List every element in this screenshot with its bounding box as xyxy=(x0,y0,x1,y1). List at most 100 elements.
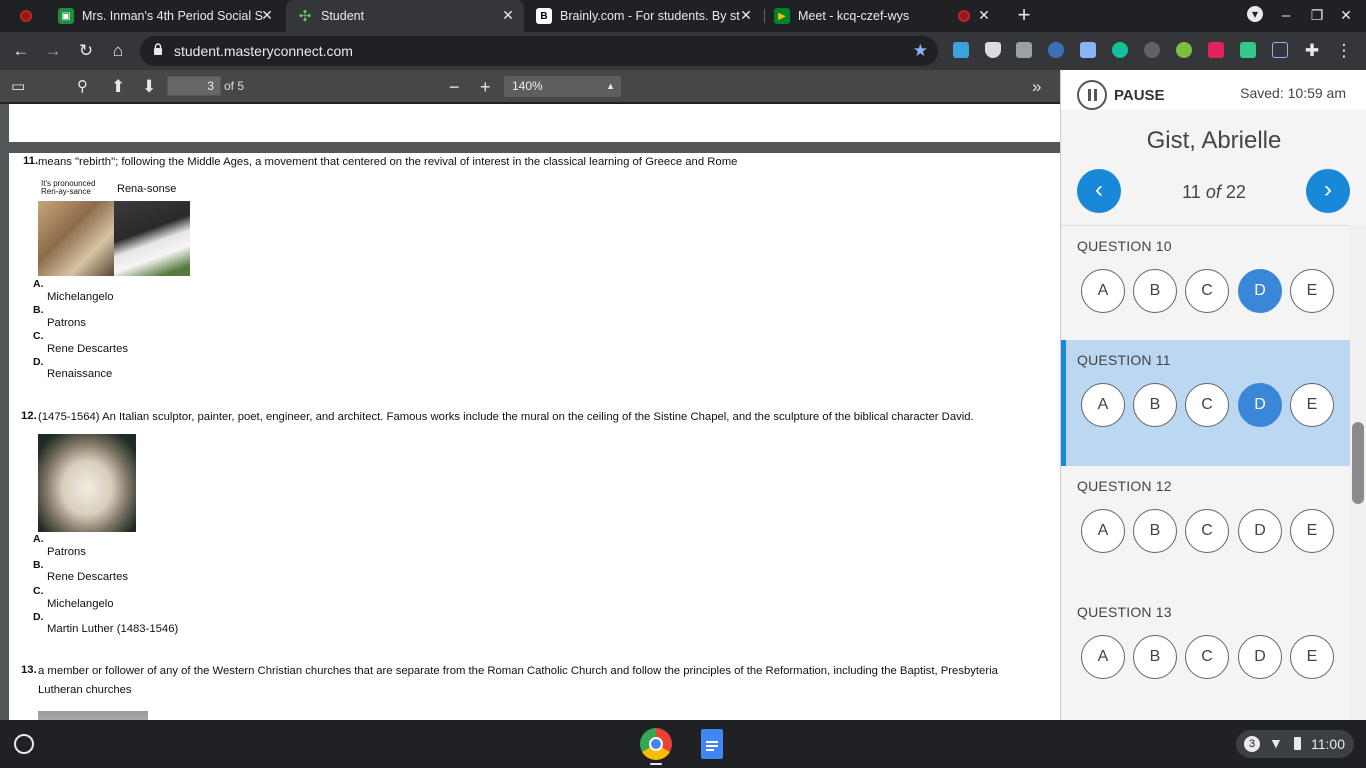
tools-overflow-icon[interactable]: » xyxy=(1032,78,1041,96)
option-letter: D. xyxy=(33,611,44,623)
answer-bubble-b[interactable]: B xyxy=(1133,635,1177,679)
answer-bubble-d[interactable]: D xyxy=(1238,635,1282,679)
grammarly-icon[interactable] xyxy=(1112,42,1128,58)
pdf-viewer[interactable]: 11. means "rebirth"; following the Middl… xyxy=(0,104,1060,720)
shield-extension-icon[interactable] xyxy=(985,42,1001,58)
reload-icon[interactable]: ↻ xyxy=(76,41,96,61)
zoom-in-icon[interactable]: + xyxy=(480,78,491,96)
extension-icon[interactable] xyxy=(1208,42,1224,58)
answer-bubble-d[interactable]: D xyxy=(1238,509,1282,553)
option-letter: D. xyxy=(33,356,44,368)
answer-bubble-a[interactable]: A xyxy=(1081,269,1125,313)
battery-icon xyxy=(1294,737,1301,750)
next-page-icon[interactable]: ⬇ xyxy=(142,78,156,96)
answer-bubble-d-selected[interactable]: D xyxy=(1238,383,1282,427)
google-meet-icon: ▶ xyxy=(774,8,790,24)
launcher-icon[interactable] xyxy=(14,734,34,754)
search-extension-icon[interactable] xyxy=(1144,42,1160,58)
question-title: QUESTION 13 xyxy=(1077,604,1172,620)
close-tab-icon[interactable]: ✕ xyxy=(500,7,516,23)
women-photo xyxy=(38,201,114,276)
option-letter: A. xyxy=(33,278,44,290)
sidebar-toggle-icon[interactable]: ▭ xyxy=(11,78,25,96)
zoom-select[interactable]: 140% ▲ xyxy=(504,76,621,97)
cursor-extension-icon[interactable] xyxy=(1272,42,1288,58)
new-tab-icon[interactable]: + xyxy=(1014,4,1034,26)
close-window-icon[interactable]: ✕ xyxy=(1336,5,1356,25)
pdf-page xyxy=(9,104,1060,142)
tab-search-icon[interactable]: ▾ xyxy=(1247,6,1263,22)
tab-brainly[interactable]: B Brainly.com - For students. By st ✕ xyxy=(528,0,762,32)
close-tab-icon[interactable]: ✕ xyxy=(738,7,754,23)
answer-bubble-b[interactable]: B xyxy=(1133,269,1177,313)
wifi-icon: ▼ xyxy=(1269,735,1283,751)
extension-icon[interactable] xyxy=(1176,42,1192,58)
previous-page-icon[interactable]: ⬆ xyxy=(111,78,125,96)
question-number: 13. xyxy=(21,664,37,676)
minimize-icon[interactable]: – xyxy=(1276,6,1296,26)
meme-caption: Rena-sonse xyxy=(117,183,177,195)
panel-scrollbar-thumb[interactable] xyxy=(1352,422,1364,504)
pause-icon[interactable] xyxy=(1077,80,1107,110)
answer-bubble-b[interactable]: B xyxy=(1133,509,1177,553)
extension-icon[interactable] xyxy=(953,42,969,58)
tab-student[interactable]: ✣ Student ✕ xyxy=(286,0,524,32)
tab-title: Student xyxy=(321,9,365,23)
extension-icon[interactable] xyxy=(1048,42,1064,58)
question-11-block: QUESTION 11 A B C D E xyxy=(1061,340,1351,466)
tab-title: Meet - kcq-czef-wys xyxy=(798,9,910,23)
previous-question-button[interactable]: ‹ xyxy=(1077,169,1121,213)
answer-bubble-c[interactable]: C xyxy=(1185,509,1229,553)
recording-indicator-icon xyxy=(20,10,32,22)
answer-bubble-a[interactable]: A xyxy=(1081,383,1125,427)
tab-meet[interactable]: ▶ Meet - kcq-czef-wys ✕ xyxy=(766,0,1000,32)
zoom-out-icon[interactable]: − xyxy=(449,78,460,96)
close-tab-icon[interactable]: ✕ xyxy=(976,7,992,23)
address-bar[interactable]: student.masteryconnect.com ★ xyxy=(140,36,938,66)
google-docs-app-icon[interactable] xyxy=(701,729,723,759)
restore-icon[interactable]: ❐ xyxy=(1307,5,1327,25)
extensions-puzzle-icon[interactable]: ✚ xyxy=(1302,41,1322,61)
back-icon[interactable]: ← xyxy=(11,41,31,61)
meme-caption: It's pronounced Ren-ay-sance xyxy=(41,179,96,196)
question-position: 11 of 22 xyxy=(1127,182,1301,203)
close-tab-icon[interactable]: ✕ xyxy=(259,7,275,23)
tab-divider xyxy=(764,9,765,23)
find-icon[interactable]: ⚲ xyxy=(77,78,88,96)
question-number: 12. xyxy=(21,410,37,422)
status-tray[interactable]: 3 ▼ 11:00 xyxy=(1236,730,1354,758)
meme-image: It's pronounced Ren-ay-sance Rena-sonse xyxy=(38,180,190,276)
chrome-app-icon[interactable] xyxy=(640,728,672,760)
notification-count-badge: 3 xyxy=(1244,736,1260,752)
next-question-button[interactable]: › xyxy=(1306,169,1350,213)
extension-icon[interactable] xyxy=(1016,42,1032,58)
question-12-block: QUESTION 12 A B C D E xyxy=(1061,466,1351,592)
cat-photo xyxy=(114,201,190,276)
question-text: a member or follower of any of the Weste… xyxy=(38,665,998,677)
forward-icon[interactable]: → xyxy=(43,41,63,61)
option-text: Michelangelo xyxy=(47,598,114,610)
answer-bubble-a[interactable]: A xyxy=(1081,509,1125,553)
answer-bubble-e[interactable]: E xyxy=(1290,383,1334,427)
browser-menu-icon[interactable]: ⋮ xyxy=(1334,41,1354,61)
extension-icon[interactable] xyxy=(1240,42,1256,58)
google-classroom-icon: ▣ xyxy=(58,8,74,24)
answer-bubble-b[interactable]: B xyxy=(1133,383,1177,427)
extension-icon[interactable] xyxy=(1080,42,1096,58)
pause-button[interactable]: PAUSE xyxy=(1114,87,1165,104)
answer-bubble-c[interactable]: C xyxy=(1185,635,1229,679)
tab-classroom[interactable]: ▣ Mrs. Inman's 4th Period Social S ✕ xyxy=(50,0,283,32)
answer-bubble-c[interactable]: C xyxy=(1185,269,1229,313)
question-text: (1475-1564) An Italian sculptor, painter… xyxy=(38,411,974,423)
answer-bubble-e[interactable]: E xyxy=(1290,269,1334,313)
answer-bubble-a[interactable]: A xyxy=(1081,635,1125,679)
question-title: QUESTION 11 xyxy=(1077,352,1171,368)
answer-bubble-c[interactable]: C xyxy=(1185,383,1229,427)
page-number-input[interactable]: 3 xyxy=(167,76,221,96)
answer-bubble-e[interactable]: E xyxy=(1290,635,1334,679)
answer-bubble-e[interactable]: E xyxy=(1290,509,1334,553)
home-icon[interactable]: ⌂ xyxy=(108,41,128,61)
bookmark-star-icon[interactable]: ★ xyxy=(913,41,928,61)
answer-bubble-d-selected[interactable]: D xyxy=(1238,269,1282,313)
option-letter: C. xyxy=(33,330,44,342)
